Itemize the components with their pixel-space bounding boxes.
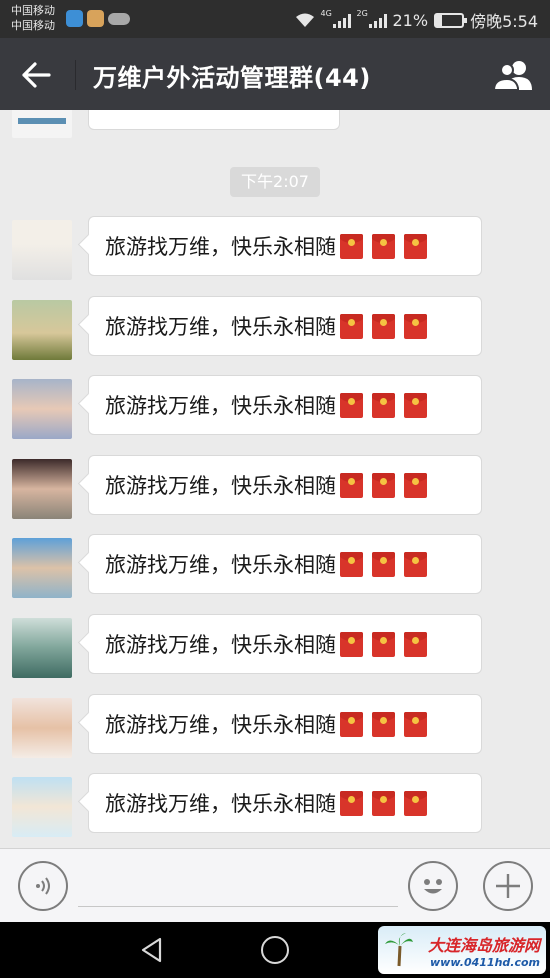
red-envelope-icon <box>404 472 427 498</box>
group-members-icon <box>492 61 532 91</box>
red-envelope-icon <box>404 233 427 259</box>
chat-message-list[interactable]: 下午2:07 旅游找万维，快乐永相随 旅游找万维，快乐永相随 旅游找万维，快乐永相随… <box>0 110 550 848</box>
red-envelope-icon <box>404 631 427 657</box>
envelope-group <box>340 233 427 259</box>
message-text: 旅游找万维，快乐永相随 <box>105 792 336 816</box>
watermark-name: 大连海岛旅游网 <box>427 935 540 955</box>
carrier-1: 中国移动 <box>11 4 55 17</box>
red-envelope-icon <box>404 551 427 577</box>
red-envelope-icon <box>372 392 395 418</box>
system-nav-bar: 大连海岛旅游网 www.0411hd.com <box>0 922 550 978</box>
clock: 傍晚5:54 <box>470 12 538 31</box>
emoji-icon <box>424 879 442 894</box>
red-envelope-icon <box>372 472 395 498</box>
message-text: 旅游找万维，快乐永相随 <box>105 553 336 577</box>
red-envelope-icon <box>340 392 363 418</box>
red-envelope-icon <box>372 711 395 737</box>
carrier-2: 中国移动 <box>11 19 55 32</box>
battery-icon <box>434 12 468 28</box>
chat-header: 万维户外活动管理群(44) <box>0 38 550 110</box>
chat-timestamp: 下午2:07 <box>230 167 320 197</box>
envelope-group <box>340 392 427 418</box>
avatar[interactable] <box>12 379 72 439</box>
status-app-icons <box>66 10 130 27</box>
red-envelope-icon <box>404 711 427 737</box>
battery-percent: 21% <box>392 10 429 30</box>
envelope-group <box>340 790 427 816</box>
voice-icon <box>36 877 50 895</box>
message-bubble-partial[interactable] <box>88 110 340 130</box>
red-envelope-icon <box>372 313 395 339</box>
envelope-group <box>340 631 427 657</box>
arrow-left-icon <box>22 62 51 88</box>
more-options-button[interactable] <box>483 861 533 911</box>
message-text: 旅游找万维，快乐永相随 <box>105 315 336 339</box>
red-envelope-icon <box>404 790 427 816</box>
header-divider <box>75 60 76 90</box>
red-envelope-icon <box>340 631 363 657</box>
envelope-group <box>340 313 427 339</box>
back-button[interactable] <box>16 58 56 92</box>
red-envelope-icon <box>372 790 395 816</box>
red-envelope-icon <box>340 711 363 737</box>
avatar[interactable] <box>12 459 72 519</box>
message-bubble[interactable]: 旅游找万维，快乐永相随 <box>88 216 482 276</box>
red-envelope-icon <box>340 233 363 259</box>
message-bubble[interactable]: 旅游找万维，快乐永相随 <box>88 375 482 435</box>
nav-back-icon[interactable] <box>138 936 166 964</box>
wifi-icon <box>295 12 315 28</box>
plus-icon <box>496 874 520 898</box>
status-right: 4G 2G 21% 傍晚5:54 <box>295 8 538 32</box>
input-bar <box>0 848 550 922</box>
avatar[interactable] <box>12 110 72 138</box>
message-bubble[interactable]: 旅游找万维，快乐永相随 <box>88 296 482 356</box>
message-text: 旅游找万维，快乐永相随 <box>105 474 336 498</box>
envelope-group <box>340 551 427 577</box>
red-envelope-icon <box>372 551 395 577</box>
avatar[interactable] <box>12 777 72 837</box>
page-title: 万维户外活动管理群(44) <box>93 64 371 92</box>
message-bubble[interactable]: 旅游找万维，快乐永相随 <box>88 773 482 833</box>
emoji-button[interactable] <box>408 861 458 911</box>
watermark-url: www.0411hd.com <box>430 955 540 969</box>
red-envelope-icon <box>340 551 363 577</box>
message-bubble[interactable]: 旅游找万维，快乐永相随 <box>88 614 482 674</box>
signal-1-tag: 4G <box>320 9 332 18</box>
message-text: 旅游找万维，快乐永相随 <box>105 235 336 259</box>
envelope-group <box>340 472 427 498</box>
message-text: 旅游找万维，快乐永相随 <box>105 713 336 737</box>
avatar[interactable] <box>12 300 72 360</box>
message-input[interactable] <box>78 871 398 907</box>
group-members-button[interactable] <box>492 58 536 92</box>
palm-tree-icon <box>385 933 413 967</box>
red-envelope-icon <box>340 313 363 339</box>
nav-home-icon[interactable] <box>261 936 289 964</box>
message-text: 旅游找万维，快乐永相随 <box>105 633 336 657</box>
signal-2-icon: 2G <box>356 9 387 28</box>
voice-button[interactable] <box>18 861 68 911</box>
avatar[interactable] <box>12 538 72 598</box>
signal-2-tag: 2G <box>356 9 368 18</box>
signal-1-icon: 4G <box>320 9 351 28</box>
red-envelope-icon <box>372 233 395 259</box>
avatar[interactable] <box>12 618 72 678</box>
red-envelope-icon <box>340 790 363 816</box>
envelope-group <box>340 711 427 737</box>
message-bubble[interactable]: 旅游找万维，快乐永相随 <box>88 694 482 754</box>
avatar[interactable] <box>12 698 72 758</box>
red-envelope-icon <box>404 313 427 339</box>
message-text: 旅游找万维，快乐永相随 <box>105 394 336 418</box>
red-envelope-icon <box>404 392 427 418</box>
watermark-logo: 大连海岛旅游网 www.0411hd.com <box>378 926 546 974</box>
message-bubble[interactable]: 旅游找万维，快乐永相随 <box>88 534 482 594</box>
avatar[interactable] <box>12 220 72 280</box>
carrier-labels: 中国移动 中国移动 <box>11 3 55 33</box>
cloud-icon <box>108 13 130 25</box>
status-bar: 中国移动 中国移动 4G 2G 21% 傍晚5:54 <box>0 0 550 38</box>
package-icon <box>87 10 104 27</box>
red-envelope-icon <box>340 472 363 498</box>
red-envelope-icon <box>372 631 395 657</box>
shield-icon <box>66 10 83 27</box>
message-bubble[interactable]: 旅游找万维，快乐永相随 <box>88 455 482 515</box>
